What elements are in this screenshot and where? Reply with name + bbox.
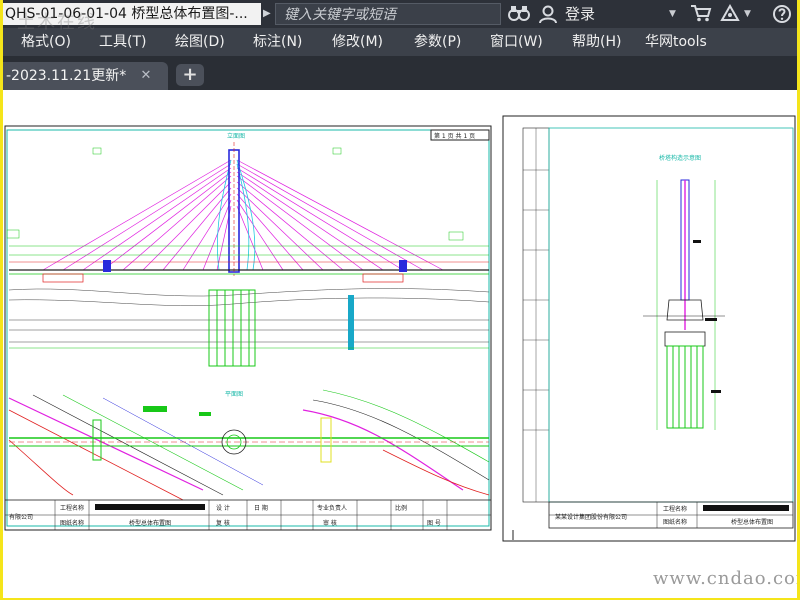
left-sheet-border — [4, 125, 492, 531]
plan-title: 平面图 — [225, 391, 243, 398]
tb-scale-label: 比例 — [395, 504, 407, 512]
binoculars-icon[interactable] — [507, 4, 531, 24]
right-tb-company: 某某设计集团股份有限公司 — [555, 513, 627, 521]
cart-icon[interactable] — [689, 4, 713, 24]
tb-project-label: 工程名称 — [60, 504, 84, 512]
login-dropdown-icon[interactable]: ▼ — [669, 4, 676, 24]
menu-huawang-tools[interactable]: 华网tools — [645, 28, 707, 56]
right-sheet-border — [502, 115, 796, 542]
detail-title: 桥塔构造示意图 — [659, 154, 701, 162]
drawing-svg: 第 1 页 共 1 页 立面图 平面图 有限公司 工程名称 图纸名称 桥型总体布… — [4, 115, 796, 542]
stay-cables-cyan — [216, 159, 256, 271]
tab-active-drawing[interactable]: -2023.11.21更新* ✕ — [3, 62, 168, 90]
tb-design-label: 设 计 — [216, 504, 230, 512]
tb-chief-label: 专业负责人 — [317, 504, 347, 512]
watermark-logo: 土木在线 — [17, 12, 97, 33]
document-tab-strip: -2023.11.21更新* ✕ + — [3, 56, 797, 90]
dimension-lines — [6, 147, 489, 349]
right-title-block: 某某设计集团股份有限公司 工程名称 图纸名称 桥型总体布置图 — [548, 501, 794, 529]
tab-close-icon[interactable]: ✕ — [139, 69, 153, 83]
plan-view-roads — [8, 389, 490, 501]
menu-modify[interactable]: 修改(M) — [332, 28, 383, 56]
tb-review-label: 复 核 — [216, 519, 230, 527]
menu-window[interactable]: 窗口(W) — [490, 28, 543, 56]
tb-drawing-no-label: 图 号 — [427, 520, 441, 527]
help-icon[interactable] — [771, 4, 793, 24]
menu-tools[interactable]: 工具(T) — [99, 28, 146, 56]
tb-company: 有限公司 — [9, 513, 33, 521]
right-tb-drawing-name: 桥型总体布置图 — [731, 518, 773, 526]
title-bar: QHS-01-06-01-04 桥型总体布置图-... ▶ 登录 ▼ ▼ — [3, 0, 797, 28]
new-tab-button[interactable]: + — [176, 64, 204, 86]
login-button[interactable]: 登录 — [565, 4, 595, 24]
menu-bar: 格式(O) 工具(T) 绘图(D) 标注(N) 修改(M) 参数(P) 窗口(W… — [3, 28, 797, 56]
right-tb-project-label: 工程名称 — [663, 505, 687, 513]
app-frame: QHS-01-06-01-04 桥型总体布置图-... ▶ 登录 ▼ ▼ 格式(… — [3, 0, 797, 598]
right-tb-drawing-label: 图纸名称 — [663, 518, 687, 526]
search-box[interactable] — [275, 3, 501, 25]
stay-cables-right — [236, 159, 444, 271]
tower-detail — [643, 179, 725, 430]
sheet-number-text: 第 1 页 共 1 页 — [434, 132, 475, 140]
watermark-url: www.cndao.com — [653, 568, 797, 589]
tb-drawing-name: 桥型总体布置图 — [129, 519, 171, 527]
tb-date-label: 日 期 — [254, 504, 268, 512]
right-sheet-inner-frame — [548, 127, 794, 503]
drawing-canvas[interactable]: 第 1 页 共 1 页 立面图 平面图 有限公司 工程名称 图纸名称 桥型总体布… — [3, 90, 797, 598]
tb-check-label: 审 核 — [323, 519, 337, 527]
search-input[interactable] — [276, 5, 500, 25]
menu-parameters[interactable]: 参数(P) — [414, 28, 461, 56]
tb-drawing-label: 图纸名称 — [60, 519, 84, 527]
menu-draw[interactable]: 绘图(D) — [175, 28, 225, 56]
elevation-title: 立面图 — [227, 132, 245, 140]
app-dropdown-icon[interactable]: ▼ — [744, 4, 751, 24]
menu-dimension[interactable]: 标注(N) — [253, 28, 302, 56]
sheet-number-box: 第 1 页 共 1 页 — [430, 129, 490, 141]
autodesk-app-icon[interactable] — [719, 3, 741, 24]
right-sheet-side-strip — [522, 127, 550, 503]
stay-cables-left — [42, 159, 232, 271]
plan-bridge-axis — [9, 406, 489, 463]
pylon-foundation — [208, 289, 354, 367]
tab-label: -2023.11.21更新* — [6, 68, 127, 84]
title-expand-arrow-icon[interactable]: ▶ — [263, 6, 273, 22]
user-icon[interactable] — [537, 4, 559, 24]
menu-help[interactable]: 帮助(H) — [572, 28, 621, 56]
